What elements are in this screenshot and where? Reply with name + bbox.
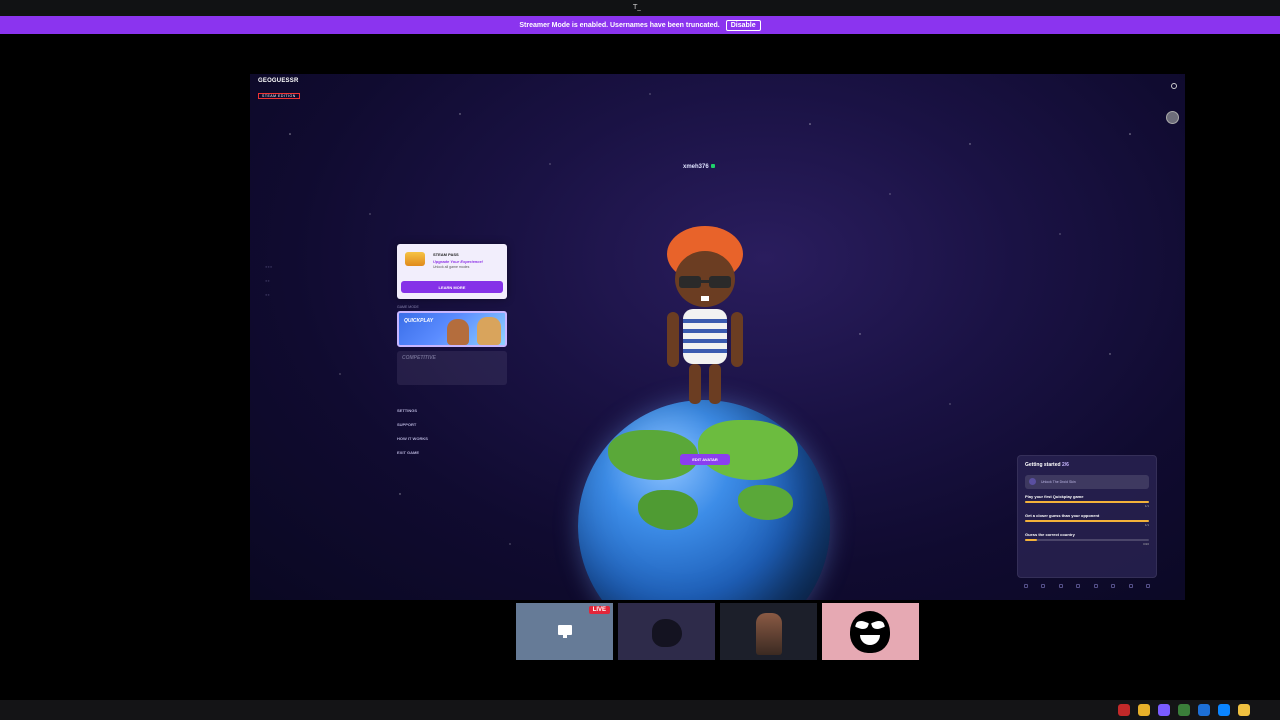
quickplay-button[interactable]: QUICKPLAY (397, 311, 507, 347)
toolbar-icon[interactable] (1093, 584, 1098, 588)
window-title: T_ (633, 3, 641, 11)
learn-more-button[interactable]: LEARN MORE (401, 281, 503, 293)
chrome-icon[interactable] (1138, 704, 1150, 716)
task-label: Play your first Quickplay game (1025, 494, 1084, 499)
quickplay-label: QUICKPLAY (404, 318, 434, 324)
reward-label: Unlock The Droid Skin (1041, 480, 1076, 484)
banner-message: Streamer Mode is enabled. Usernames have… (519, 21, 720, 29)
participant-tile-stream[interactable]: LIVE (516, 603, 613, 660)
online-badge-icon (710, 164, 715, 169)
faded-item: ●●● (265, 264, 273, 269)
getting-started-title: Getting started 2/6 (1025, 462, 1149, 468)
getting-started-progress: 2/6 (1061, 462, 1069, 468)
window-titlebar: T_ (0, 0, 1280, 16)
participant-tiles: LIVE (516, 603, 919, 660)
toolbar-icon[interactable] (1146, 584, 1151, 588)
task-label: Get a closer guess than your opponent (1025, 513, 1100, 518)
task-progress-fill (1025, 539, 1038, 541)
menu-how-it-works[interactable]: HOW IT WORKS (397, 436, 428, 441)
faded-sidebar: ●●● ●● ●● (265, 264, 272, 306)
app-icon[interactable] (1178, 704, 1190, 716)
task-progress-fill (1025, 501, 1149, 503)
game-mode-label: GAME MODE (397, 305, 419, 309)
task-progress-fill (1025, 520, 1149, 522)
logo-subtitle: STEAM EDITION (258, 93, 300, 99)
participant-tile[interactable] (720, 603, 817, 660)
toolbar-icon[interactable] (1111, 584, 1116, 588)
quickplay-character-image (447, 319, 469, 345)
task-count: 1/1 (1144, 523, 1149, 527)
menu-support[interactable]: SUPPORT (397, 422, 428, 427)
task-progress-bar (1025, 520, 1149, 522)
menu-exit-game[interactable]: EXIT GAME (397, 450, 428, 455)
getting-started-panel: Getting started 2/6 Unlock The Droid Ski… (1017, 455, 1157, 578)
task-row: Guess the correct country 0/20 (1025, 532, 1149, 546)
avatar[interactable] (1166, 111, 1179, 124)
venom-avatar-icon (850, 611, 890, 653)
land-shape (638, 490, 698, 530)
side-menu: SETTINGS SUPPORT HOW IT WORKS EXIT GAME (397, 408, 428, 464)
land-shape (738, 485, 793, 520)
task-count: 1/1 (1144, 504, 1149, 508)
edge-icon[interactable] (1218, 704, 1230, 716)
os-taskbar (0, 700, 1280, 720)
player-avatar (667, 226, 743, 404)
task-row: Play your first Quickplay game 1/1 (1025, 494, 1149, 508)
stream-view: GEOGUESSR STEAM EDITION xmeh376 ●●● ●● ●… (250, 74, 1185, 600)
folder-icon[interactable] (1238, 704, 1250, 716)
ticket-icon (405, 252, 425, 266)
task-label: Guess the correct country (1025, 532, 1075, 537)
geoguessr-logo: GEOGUESSR STEAM EDITION (258, 78, 304, 99)
competitive-button[interactable]: COMPETITIVE (397, 351, 507, 385)
live-badge: LIVE (588, 606, 610, 614)
pass-title: STEAM PASS (433, 252, 459, 257)
logo-title: GEOGUESSR (258, 78, 299, 84)
discord-icon[interactable] (1158, 704, 1170, 716)
pass-subtitle: Upgrade Your Experience! (433, 259, 484, 264)
participant-tile[interactable] (618, 603, 715, 660)
land-shape (698, 420, 798, 480)
app-icon[interactable] (1198, 704, 1210, 716)
username-text: xmeh376 (683, 164, 709, 170)
faded-item: ●● (265, 292, 270, 297)
quickplay-character-image (477, 317, 501, 345)
steam-pass-card: STEAM PASS Upgrade Your Experience! Unlo… (397, 244, 507, 299)
task-progress-bar (1025, 501, 1149, 503)
pass-description: Unlock all game modes (433, 265, 470, 269)
participant-video (756, 613, 782, 655)
task-progress-bar (1025, 539, 1149, 541)
task-count: 0/20 (1143, 542, 1149, 546)
toolbar-icon[interactable] (1076, 584, 1081, 588)
edit-avatar-button[interactable]: EDIT AVATAR (680, 454, 730, 465)
getting-started-title-text: Getting started (1025, 462, 1061, 468)
profile-icon[interactable] (1171, 83, 1177, 89)
app-icon[interactable] (1118, 704, 1130, 716)
toolbar-icon[interactable] (1023, 584, 1028, 588)
game-toolbar (1017, 584, 1157, 594)
menu-settings[interactable]: SETTINGS (397, 408, 428, 413)
taskbar-tray (1118, 704, 1250, 716)
player-name: xmeh376 (683, 164, 715, 170)
streamer-mode-banner: Streamer Mode is enabled. Usernames have… (0, 16, 1280, 34)
droid-icon (1029, 478, 1036, 485)
disable-button[interactable]: Disable (725, 19, 761, 31)
main-menu: STEAM PASS Upgrade Your Experience! Unlo… (397, 244, 508, 385)
monitor-icon (558, 625, 572, 638)
toolbar-icon[interactable] (1041, 584, 1046, 588)
faded-item: ●● (265, 278, 270, 283)
reward-row[interactable]: Unlock The Droid Skin (1025, 475, 1149, 489)
task-row: Get a closer guess than your opponent 1/… (1025, 513, 1149, 527)
participant-tile[interactable] (822, 603, 919, 660)
toolbar-icon[interactable] (1058, 584, 1063, 588)
participant-avatar (652, 619, 682, 647)
competitive-label: COMPETITIVE (402, 355, 436, 361)
toolbar-icon[interactable] (1128, 584, 1133, 588)
